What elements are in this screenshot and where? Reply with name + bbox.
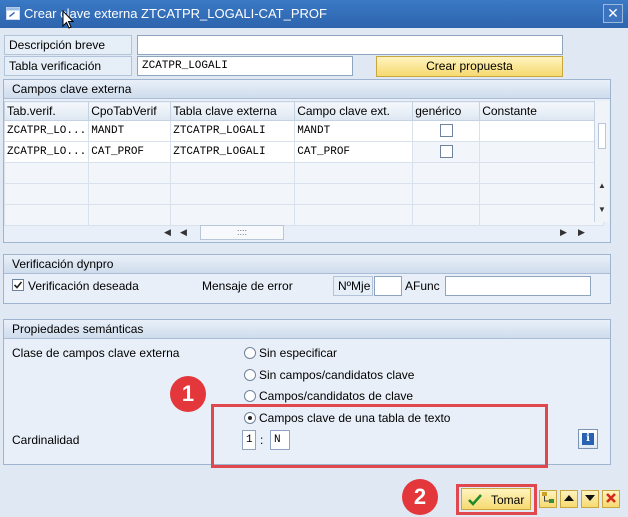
column-header[interactable]: CpoTabVerif	[88, 101, 172, 121]
column-header[interactable]: genérico	[412, 101, 481, 121]
scroll-handle[interactable]: ::::	[200, 225, 284, 240]
tabla-verificacion-input[interactable]: ZCATPR_LOGALI	[137, 56, 353, 76]
column-header[interactable]: Constante	[479, 101, 605, 121]
highlight-box-2	[456, 484, 537, 515]
arrow-up-icon[interactable]	[560, 490, 578, 508]
cell-campo-clave[interactable]: CAT_PROF	[294, 141, 414, 163]
verificacion-dynpro-title: Verificación dynpro	[4, 255, 610, 274]
table-row[interactable]	[3, 162, 605, 184]
table-row[interactable]: ZCATPR_LO... CAT_PROF ZTCATPR_LOGALI CAT…	[3, 141, 605, 163]
descripcion-label: Descripción breve	[4, 35, 132, 55]
cell-constante[interactable]	[479, 120, 605, 142]
option-label: Campos/candidatos de clave	[259, 389, 414, 403]
window-icon	[6, 7, 20, 20]
cell-campo-clave[interactable]: MANDT	[294, 120, 414, 142]
verificacion-label: Verificación deseada	[28, 279, 139, 293]
scroll-thumb[interactable]	[598, 123, 606, 149]
horizontal-scrollbar[interactable]: ◀ ◀ :::: ▶ ▶	[160, 225, 594, 241]
check-icon	[13, 281, 23, 289]
cell-tab-verif[interactable]: ZCATPR_LO...	[3, 120, 90, 142]
table-row[interactable]	[3, 183, 605, 205]
cell-tabla-clave[interactable]: ZTCATPR_LOGALI	[170, 120, 296, 142]
table-header-row: Tab.verif. CpoTabVerif Tabla clave exter…	[3, 101, 605, 121]
table-row[interactable]: ZCATPR_LO... MANDT ZTCATPR_LOGALI MANDT	[3, 120, 605, 142]
tree-icon[interactable]	[539, 490, 557, 508]
column-header[interactable]: Tabla clave externa	[170, 101, 296, 121]
cancel-icon[interactable]	[602, 490, 620, 508]
afunc-label: AFunc	[405, 279, 440, 293]
tabla-verificacion-label: Tabla verificación	[4, 56, 132, 76]
cell-generico	[412, 141, 481, 163]
nomje-input[interactable]	[374, 276, 402, 296]
info-icon: i	[582, 433, 594, 445]
column-header[interactable]: Tab.verif.	[3, 101, 90, 121]
mensaje-error-label: Mensaje de error	[202, 279, 293, 293]
clase-campos-label: Clase de campos clave externa	[12, 346, 180, 360]
crear-propuesta-button[interactable]: Crear propuesta	[376, 56, 563, 77]
info-button[interactable]: i	[578, 429, 598, 449]
table-row[interactable]	[3, 204, 605, 226]
radio-sin-campos[interactable]	[244, 369, 256, 381]
generico-checkbox[interactable]	[439, 145, 453, 159]
campos-clave-title: Campos clave externa	[4, 80, 610, 99]
cell-tabla-clave[interactable]: ZTCATPR_LOGALI	[170, 141, 296, 163]
afunc-input[interactable]	[445, 276, 591, 296]
verificacion-checkbox[interactable]	[12, 279, 24, 291]
generico-checkbox[interactable]	[439, 124, 453, 138]
cell-cpo-tab-verif[interactable]: CAT_PROF	[88, 141, 172, 163]
scroll-up-icon[interactable]: ▲	[598, 181, 606, 190]
cell-generico	[412, 120, 481, 142]
descripcion-input[interactable]	[137, 35, 563, 55]
scroll-left-icon[interactable]: ◀	[180, 227, 187, 238]
scroll-right-icon[interactable]: ▶	[560, 227, 567, 238]
propiedades-semanticas-title: Propiedades semánticas	[4, 320, 610, 339]
scroll-first-icon[interactable]: ◀	[164, 227, 171, 238]
highlight-box-1	[211, 404, 548, 468]
option-label: Sin especificar	[259, 346, 338, 360]
scroll-last-icon[interactable]: ▶	[578, 227, 585, 238]
scroll-down-icon[interactable]: ▼	[598, 205, 606, 214]
column-header[interactable]: Campo clave ext.	[294, 101, 414, 121]
vertical-scrollbar[interactable]: ▲ ▼	[594, 101, 609, 222]
cell-cpo-tab-verif[interactable]: MANDT	[88, 120, 172, 142]
arrow-down-icon[interactable]	[581, 490, 599, 508]
radio-campos-candidatos[interactable]	[244, 390, 256, 402]
close-button[interactable]: ✕	[603, 4, 623, 23]
title-bar: Crear clave externa ZTCATPR_LOGALI-CAT_P…	[0, 0, 628, 28]
option-label: Sin campos/candidatos clave	[259, 368, 415, 382]
mouse-cursor-icon	[62, 10, 74, 29]
callout-1: 1	[170, 376, 206, 412]
cell-constante[interactable]	[479, 141, 605, 163]
callout-2: 2	[402, 479, 438, 515]
foreign-key-table: Tab.verif. CpoTabVerif Tabla clave exter…	[3, 101, 605, 226]
cardinalidad-label: Cardinalidad	[12, 433, 80, 447]
cell-tab-verif[interactable]: ZCATPR_LO...	[3, 141, 90, 163]
radio-sin-especificar[interactable]	[244, 347, 256, 359]
nomje-label: NºMje	[333, 276, 373, 296]
